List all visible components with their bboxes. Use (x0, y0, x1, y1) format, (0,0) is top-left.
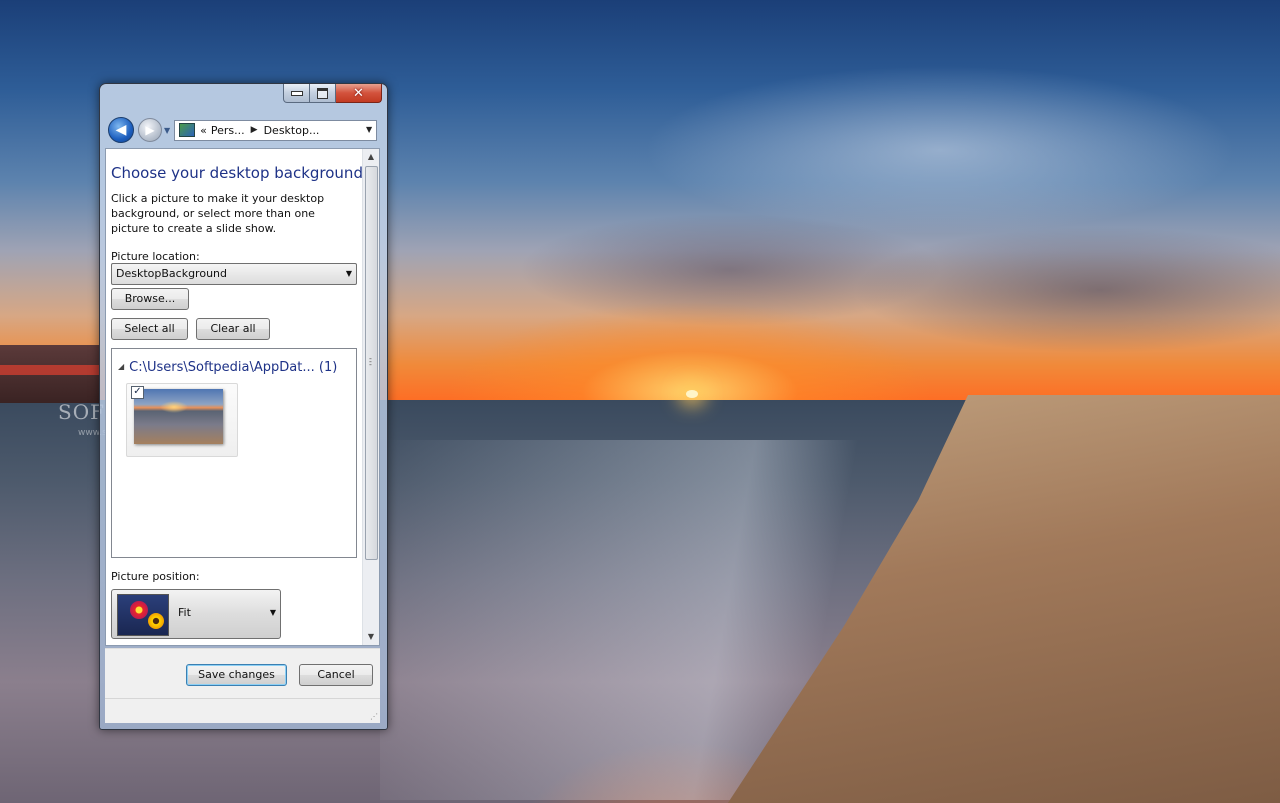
flower-preview-icon (130, 601, 148, 619)
gallery-item-checkbox[interactable]: ✓ (131, 386, 144, 399)
maximize-button[interactable] (310, 84, 336, 103)
picture-location-value: DesktopBackground (116, 267, 227, 280)
scrollbar-thumb[interactable]: --- (365, 166, 378, 560)
back-button[interactable]: ◀ (108, 117, 134, 143)
save-changes-button[interactable]: Save changes (186, 664, 287, 686)
scroll-up-icon[interactable]: ▲ (363, 149, 379, 165)
chevron-down-icon: ▼ (269, 608, 276, 617)
picture-position-value: Fit (178, 606, 191, 619)
grip-icon: --- (369, 354, 372, 369)
desktop-background-window: ✕ ◀ ▶ ▼ « Pers... ▶ Desktop... ▼ Choose … (99, 83, 388, 730)
page-description: Click a picture to make it your desktop … (111, 192, 325, 235)
minimize-icon (290, 90, 303, 96)
content-panel: Choose your desktop background Click a p… (105, 148, 380, 646)
address-prefix[interactable]: « (200, 124, 207, 137)
chevron-down-icon: ▼ (345, 269, 352, 278)
wallpaper-clouds (380, 30, 1280, 360)
select-all-button[interactable]: Select all (111, 318, 188, 340)
picture-location-select[interactable]: DesktopBackground ▼ (111, 263, 357, 285)
flower-preview-icon-2 (148, 613, 164, 629)
breadcrumb-personalization[interactable]: Pers... (211, 124, 245, 137)
breadcrumb-desktop-background[interactable]: Desktop... (264, 124, 320, 137)
forward-button[interactable]: ▶ (138, 118, 162, 142)
caption-buttons: ✕ (283, 84, 382, 104)
wallpaper-sun (686, 390, 698, 398)
picture-location-label: Picture location: (111, 250, 200, 263)
address-dropdown-icon[interactable]: ▼ (366, 125, 372, 134)
close-button[interactable]: ✕ (336, 84, 382, 103)
navigation-bar: ◀ ▶ ▼ « Pers... ▶ Desktop... ▼ (108, 117, 380, 143)
dialog-footer: Save changes Cancel (105, 648, 380, 699)
gallery-group-header[interactable]: ◢ C:\Users\Softpedia\AppDat... (1) (118, 360, 337, 375)
collapse-triangle-icon[interactable]: ◢ (118, 362, 124, 371)
forward-arrow-icon: ▶ (145, 123, 155, 137)
maximize-icon (317, 87, 328, 99)
picture-gallery: ◢ C:\Users\Softpedia\AppDat... (1) ✓ (111, 348, 357, 558)
vertical-scrollbar[interactable]: ▲ --- ▼ (362, 149, 379, 645)
breadcrumb-separator-icon[interactable]: ▶ (251, 125, 258, 135)
status-bar: ⋰ (105, 698, 380, 723)
wallpaper-pier (0, 345, 100, 403)
cancel-button[interactable]: Cancel (299, 664, 373, 686)
scroll-down-icon[interactable]: ▼ (363, 629, 379, 645)
address-bar[interactable]: « Pers... ▶ Desktop... ▼ (174, 119, 378, 141)
gallery-item[interactable]: ✓ (126, 383, 238, 457)
picture-position-label: Picture position: (111, 570, 200, 583)
back-arrow-icon: ◀ (115, 122, 127, 138)
control-panel-icon (179, 123, 196, 137)
position-preview-image (117, 594, 169, 636)
clear-all-button[interactable]: Clear all (196, 318, 270, 340)
minimize-button[interactable] (283, 84, 310, 103)
resize-grip-icon[interactable]: ⋰ (370, 713, 378, 721)
page-title: Choose your desktop background (111, 164, 363, 182)
recent-pages-dropdown-icon[interactable]: ▼ (164, 126, 170, 135)
browse-button[interactable]: Browse... (111, 288, 189, 310)
close-icon: ✕ (353, 85, 364, 101)
gallery-group-path: C:\Users\Softpedia\AppDat... (1) (129, 360, 338, 375)
picture-position-dropdown[interactable]: Fit ▼ (111, 589, 281, 639)
beach-thumbnail-image[interactable] (134, 389, 223, 444)
